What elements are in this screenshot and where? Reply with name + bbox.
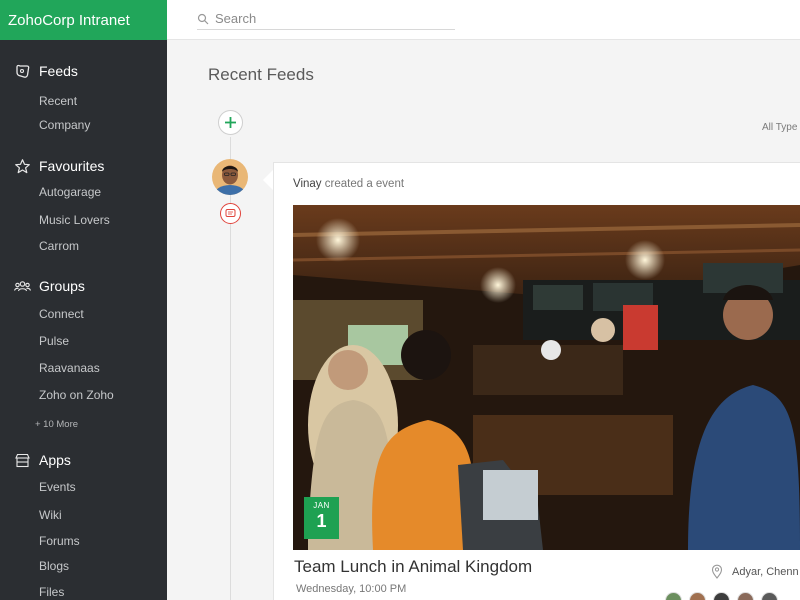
- sidebar-item-company[interactable]: Company: [39, 118, 90, 132]
- sidebar-section-groups: Groups: [0, 273, 167, 299]
- sidebar-item-music-lovers[interactable]: Music Lovers: [39, 213, 110, 227]
- attendee-avatar[interactable]: [737, 592, 754, 600]
- sidebar-item-raavanaas[interactable]: Raavanaas: [39, 361, 100, 375]
- location-pin-icon: [711, 564, 723, 579]
- feeds-icon: [16, 64, 30, 78]
- sidebar-section-label: Apps: [39, 452, 71, 468]
- sidebar-item-carrom[interactable]: Carrom: [39, 239, 79, 253]
- sidebar-item-pulse[interactable]: Pulse: [39, 334, 69, 348]
- attendee-avatar[interactable]: [713, 592, 730, 600]
- cafe-photo-image: [293, 205, 800, 550]
- sidebar-item-autogarage[interactable]: Autogarage: [39, 185, 101, 199]
- attendee-avatar[interactable]: [665, 592, 682, 600]
- filter-dropdown[interactable]: All Type: [762, 122, 797, 133]
- page-title: Recent Feeds: [208, 65, 314, 84]
- sidebar-section-favourites: Favourites: [0, 153, 167, 179]
- event-photo[interactable]: [293, 205, 800, 550]
- groups-icon: [14, 280, 31, 291]
- event-month: JAN: [313, 501, 330, 510]
- user-avatar-image: [212, 159, 248, 195]
- search-box[interactable]: [197, 8, 455, 30]
- sidebar-item-recent[interactable]: Recent: [39, 94, 77, 108]
- attendee-avatar[interactable]: [761, 592, 778, 600]
- sidebar-item-wiki[interactable]: Wiki: [39, 508, 62, 522]
- event-type-icon: [220, 203, 241, 224]
- sidebar-item-forums[interactable]: Forums: [39, 534, 80, 548]
- attendee-avatar[interactable]: [689, 592, 706, 600]
- sidebar-item-groups[interactable]: Groups: [0, 273, 167, 299]
- event-date-badge: JAN 1: [304, 497, 339, 539]
- post-author[interactable]: Vinay: [293, 178, 322, 190]
- app-title[interactable]: ZohoCorp Intranet: [0, 0, 167, 40]
- apps-icon: [15, 453, 30, 467]
- card-pointer: [263, 170, 273, 190]
- plus-icon: [225, 117, 236, 128]
- sidebar-section-label: Feeds: [39, 63, 78, 79]
- sidebar-section-label: Groups: [39, 278, 85, 294]
- sidebar: ZohoCorp Intranet Feeds Recent Company F…: [0, 0, 167, 600]
- event-time: Wednesday, 10:00 PM: [296, 583, 407, 595]
- avatar[interactable]: [212, 159, 248, 195]
- sidebar-section-apps: Apps: [0, 447, 167, 473]
- groups-more-link[interactable]: + 10 More: [35, 419, 78, 430]
- sidebar-section-label: Favourites: [39, 158, 105, 174]
- sidebar-item-files[interactable]: Files: [39, 585, 64, 599]
- star-icon: [15, 158, 30, 173]
- sidebar-item-connect[interactable]: Connect: [39, 307, 84, 321]
- sidebar-item-zoho-on-zoho[interactable]: Zoho on Zoho: [39, 388, 114, 402]
- sidebar-item-favourites[interactable]: Favourites: [0, 153, 167, 179]
- event-title[interactable]: Team Lunch in Animal Kingdom: [294, 557, 532, 577]
- post-header: Vinay created a event: [293, 178, 404, 190]
- top-bar: [167, 0, 800, 40]
- add-post-button[interactable]: [218, 110, 243, 135]
- sidebar-section-feeds: Feeds: [0, 58, 167, 84]
- search-input[interactable]: [215, 11, 445, 26]
- event-location-text: Adyar, Chenn: [732, 565, 799, 578]
- sidebar-item-apps[interactable]: Apps: [0, 447, 167, 473]
- event-location: Adyar, Chenn: [710, 564, 799, 579]
- post-action: created a event: [324, 178, 405, 190]
- sidebar-item-blogs[interactable]: Blogs: [39, 559, 69, 573]
- attendee-avatars: [665, 592, 785, 600]
- search-icon: [197, 13, 209, 24]
- sidebar-item-events[interactable]: Events: [39, 480, 76, 494]
- event-day: 1: [316, 511, 327, 531]
- sidebar-item-feeds[interactable]: Feeds: [0, 58, 167, 84]
